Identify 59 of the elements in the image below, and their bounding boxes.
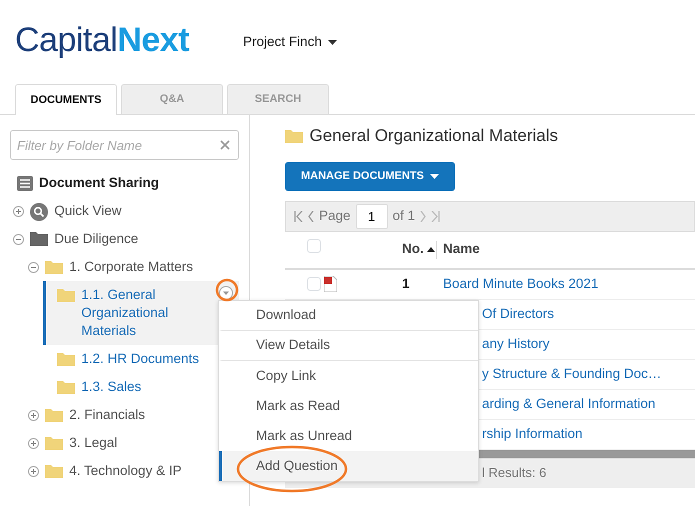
clear-icon[interactable] xyxy=(220,140,230,150)
project-dropdown[interactable]: Project Finch xyxy=(243,32,338,53)
list-icon xyxy=(16,176,32,191)
collapse-icon[interactable] xyxy=(13,234,24,244)
folder-link[interactable]: 1.3. Sales xyxy=(81,372,142,400)
expand-icon[interactable] xyxy=(28,410,40,420)
select-all-checkbox[interactable] xyxy=(307,239,320,253)
page-count: of 1 xyxy=(392,206,416,225)
results-count: l Results: 6 xyxy=(482,464,546,482)
folder-link[interactable]: Due Diligence xyxy=(54,224,138,252)
folder-icon xyxy=(45,406,64,422)
highlight-circle xyxy=(216,278,238,302)
caret-icon xyxy=(328,40,338,45)
folder-icon xyxy=(57,378,76,394)
dropdown-icon[interactable] xyxy=(219,286,233,300)
first-page-icon[interactable] xyxy=(294,210,303,222)
expand-icon[interactable] xyxy=(28,466,40,476)
folder-icon xyxy=(30,230,48,246)
folder-link[interactable]: 4. Technology & IP xyxy=(69,456,182,484)
menu-item[interactable]: Mark as Unread xyxy=(219,421,478,451)
menu-item[interactable]: Mark as Read xyxy=(219,391,478,421)
folder-icon xyxy=(45,434,64,450)
folder-link[interactable]: 3. Legal xyxy=(69,428,118,456)
folder-icon xyxy=(57,286,76,302)
filter-field[interactable]: Filter by Folder Name xyxy=(10,130,239,160)
table-cell: 1 xyxy=(402,276,410,291)
folder-icon xyxy=(45,462,64,478)
folder-link[interactable]: Quick View xyxy=(54,196,122,224)
sort-up-icon xyxy=(427,247,435,252)
pdf-file-icon xyxy=(324,276,337,292)
logo: CapitalNext xyxy=(15,22,190,56)
collapse-icon[interactable] xyxy=(28,262,40,272)
menu-item[interactable]: Download xyxy=(219,301,478,331)
folder-icon xyxy=(285,128,303,144)
page-field[interactable]: 1 xyxy=(356,204,388,228)
folder-icon xyxy=(45,258,64,274)
expand-icon[interactable] xyxy=(28,438,40,448)
row-checkbox[interactable] xyxy=(307,277,320,291)
folder-title: General Organizational Materials xyxy=(310,125,558,147)
expand-icon[interactable] xyxy=(13,206,24,216)
menu-item[interactable]: Copy Link xyxy=(219,361,478,391)
previous-page-icon[interactable] xyxy=(308,210,314,222)
last-page-icon[interactable] xyxy=(431,210,440,222)
folder-link[interactable]: 1.2. HR Documents xyxy=(81,344,200,372)
column-header[interactable]: Name xyxy=(437,239,480,260)
manage-documents-button[interactable]: MANAGE DOCUMENTS xyxy=(285,162,456,190)
document-link[interactable]: Board Minute Books 2021 xyxy=(443,274,598,294)
menu-item[interactable]: View Details xyxy=(219,331,478,361)
column-header[interactable]: No. xyxy=(402,239,424,260)
menu-item[interactable]: Add Question xyxy=(219,451,478,481)
search-icon xyxy=(30,202,48,220)
folder-link[interactable]: 2. Financials xyxy=(69,400,146,428)
page-label: Page xyxy=(319,206,351,225)
next-page-icon[interactable] xyxy=(420,210,426,222)
folder-icon xyxy=(57,350,76,366)
tab[interactable]: DOCUMENTS xyxy=(15,84,117,115)
tree-title: Document Sharing xyxy=(39,174,160,192)
folder-link[interactable]: 1. Corporate Matters xyxy=(69,252,194,280)
caret-icon xyxy=(430,174,440,178)
